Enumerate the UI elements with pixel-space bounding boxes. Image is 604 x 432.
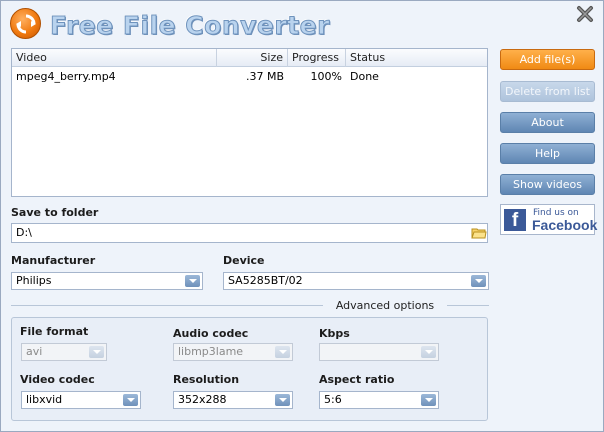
audio-codec-select[interactable]: libmp3lame (173, 343, 293, 361)
help-button[interactable]: Help (500, 143, 595, 164)
kbps-label: Kbps (319, 327, 350, 340)
chevron-down-icon[interactable] (421, 346, 436, 358)
show-videos-button[interactable]: Show videos (500, 174, 595, 195)
chevron-down-icon[interactable] (275, 346, 290, 358)
video-codec-label: Video codec (20, 373, 95, 386)
aspect-ratio-value: 5:6 (324, 393, 342, 406)
manufacturer-label: Manufacturer (11, 254, 96, 267)
app-title: Free File Converter (50, 11, 330, 41)
video-size: .37 MB (245, 70, 284, 83)
advanced-options-label: Advanced options (327, 299, 443, 312)
close-icon[interactable] (575, 4, 597, 26)
chevron-down-icon[interactable] (275, 394, 290, 406)
chevron-down-icon[interactable] (421, 394, 436, 406)
file-list[interactable]: Video Size Progress Status mpeg4_berry.m… (11, 48, 488, 197)
save-to-folder-label: Save to folder (11, 206, 99, 219)
video-name: mpeg4_berry.mp4 (16, 70, 116, 83)
resolution-select[interactable]: 352x288 (173, 391, 293, 409)
title-bar: Free File Converter (1, 1, 603, 45)
video-codec-value: libxvid (26, 393, 63, 406)
divider (447, 305, 489, 306)
device-select[interactable]: SA5285BT/02 (223, 272, 489, 290)
column-header-progress[interactable]: Progress (288, 49, 346, 67)
chevron-down-icon[interactable] (89, 346, 104, 358)
facebook-button[interactable]: f Find us on Facebook (500, 204, 598, 235)
file-format-label: File format (20, 325, 89, 338)
resolution-value: 352x288 (178, 393, 227, 406)
audio-codec-value: libmp3lame (178, 345, 244, 358)
video-progress: 100% (310, 70, 342, 83)
folder-icon[interactable] (471, 225, 487, 241)
column-header-status[interactable]: Status (346, 49, 487, 67)
facebook-icon: f (504, 209, 526, 231)
chevron-down-icon[interactable] (471, 275, 486, 287)
facebook-big-text: Facebook (532, 217, 598, 233)
about-button[interactable]: About (500, 112, 595, 133)
divider (11, 305, 323, 306)
manufacturer-value: Philips (16, 274, 52, 287)
save-folder-input[interactable]: D:\ (11, 223, 488, 243)
list-item[interactable]: mpeg4_berry.mp4 .37 MB 100% Done (12, 68, 487, 85)
manufacturer-select[interactable]: Philips (11, 272, 203, 290)
aspect-ratio-select[interactable]: 5:6 (319, 391, 439, 409)
delete-from-list-button[interactable]: Delete from list (500, 81, 595, 102)
aspect-ratio-label: Aspect ratio (319, 373, 395, 386)
file-list-header: Video Size Progress Status (12, 49, 487, 67)
refresh-arrows-icon (10, 8, 41, 39)
resolution-label: Resolution (173, 373, 240, 386)
file-format-value: avi (26, 345, 43, 358)
add-files-button[interactable]: Add file(s) (500, 49, 595, 70)
column-header-video[interactable]: Video (12, 49, 217, 67)
audio-codec-label: Audio codec (173, 327, 249, 340)
file-format-select[interactable]: avi (21, 343, 107, 361)
kbps-select[interactable] (319, 343, 439, 361)
video-status: Done (350, 70, 379, 83)
column-header-size[interactable]: Size (217, 49, 288, 67)
chevron-down-icon[interactable] (185, 275, 200, 287)
device-label: Device (223, 254, 265, 267)
main-window: Free File Converter Video Size Progress … (0, 0, 604, 432)
chevron-down-icon[interactable] (123, 394, 138, 406)
video-codec-select[interactable]: libxvid (21, 391, 141, 409)
device-value: SA5285BT/02 (228, 274, 303, 287)
